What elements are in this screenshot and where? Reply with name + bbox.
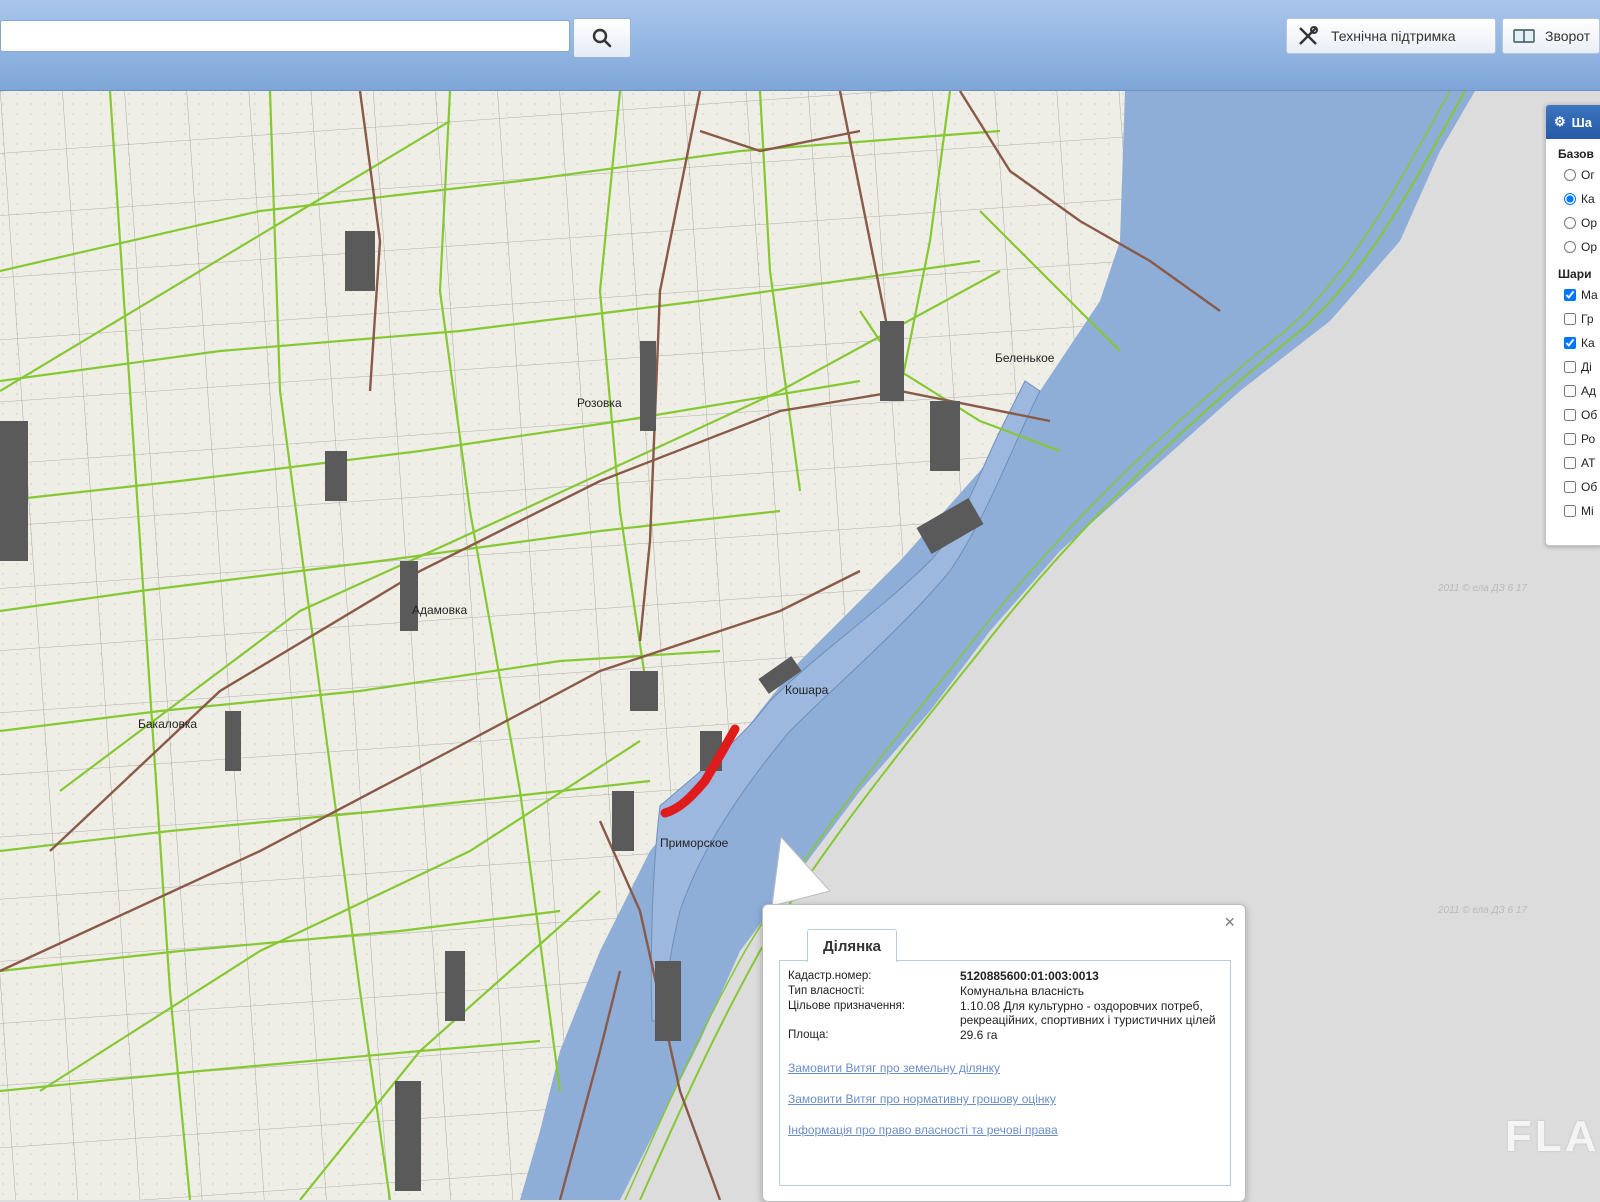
base-maps-title: Базов [1558, 147, 1594, 161]
order-valuation-extract-link[interactable]: Замовити Витяг про нормативну грошову оц… [788, 1092, 1056, 1106]
map-stamp: 2011 © ела ДЗ 6 17 [1438, 583, 1528, 594]
layer-checkbox[interactable] [1564, 505, 1576, 517]
search-input[interactable] [0, 20, 570, 52]
field-label: Цільове призначення: [788, 1000, 906, 1012]
layer-option[interactable]: Ро [1546, 427, 1600, 451]
field-area: Площа: 29.6 га [788, 1028, 1228, 1042]
layer-option[interactable]: Ді [1546, 355, 1600, 379]
base-radio[interactable] [1564, 169, 1576, 181]
search-icon [592, 28, 612, 48]
feedback-button[interactable]: Зворот [1502, 18, 1600, 54]
layers-panel-title: Ша [1571, 114, 1592, 130]
layer-checkbox[interactable] [1564, 337, 1576, 349]
field-purpose: Цільове призначення: 1.10.08 Для культур… [788, 999, 1228, 1027]
layers-panel-header[interactable]: ⚙ Ша [1546, 105, 1600, 139]
order-parcel-extract-link[interactable]: Замовити Витяг про земельну ділянку [788, 1061, 1000, 1075]
layer-checkbox[interactable] [1564, 481, 1576, 493]
layer-checkbox[interactable] [1564, 361, 1576, 373]
layer-option[interactable]: Ка [1546, 331, 1600, 355]
book-icon [1513, 29, 1535, 43]
field-ownership-type: Тип власності: Комунальна власність [788, 984, 1228, 998]
tab-parcel[interactable]: Ділянка [807, 929, 897, 962]
field-label: Тип власності: [788, 985, 865, 997]
base-option[interactable]: Ор [1546, 235, 1600, 259]
place-label: Бакаловка [138, 717, 197, 731]
feedback-label: Зворот [1545, 28, 1591, 44]
ownership-rights-info-link[interactable]: Інформація про право власності та речові… [788, 1123, 1058, 1137]
place-label: Адамовка [412, 603, 467, 617]
layers-panel: ⚙ Ша Базов Ог Ка Ор Ор Шари Ma Гр Ка Ді … [1545, 104, 1600, 546]
field-label: Площа: [788, 1029, 829, 1041]
place-label: Беленькое [995, 351, 1055, 365]
gear-icon: ⚙ [1554, 114, 1566, 129]
place-label: Розовка [577, 396, 622, 410]
base-radio[interactable] [1564, 217, 1576, 229]
base-option[interactable]: Ог [1546, 163, 1600, 187]
flash-watermark: FLA [1505, 1112, 1600, 1161]
layer-option[interactable]: Об [1546, 475, 1600, 499]
support-label: Технічна підтримка [1331, 28, 1456, 44]
layer-option[interactable]: Мі [1546, 499, 1600, 523]
cadastral-number-value: 5120885600:01:003:0013 [960, 969, 1099, 983]
layer-option[interactable]: Ma [1546, 283, 1600, 307]
layer-option[interactable]: Гр [1546, 307, 1600, 331]
layer-checkbox[interactable] [1564, 433, 1576, 445]
top-toolbar: Технічна підтримка Зворот [0, 0, 1600, 91]
tools-icon [1299, 26, 1318, 45]
base-radio[interactable] [1564, 241, 1576, 253]
area-value: 29.6 га [960, 1028, 998, 1042]
base-option[interactable]: Ка [1546, 187, 1600, 211]
ownership-type-value: Комунальна власність [960, 984, 1085, 998]
layers-title: Шари [1558, 267, 1592, 281]
layer-checkbox[interactable] [1564, 313, 1576, 325]
support-button[interactable]: Технічна підтримка [1286, 18, 1496, 54]
place-label: Кошара [785, 683, 829, 697]
layer-checkbox[interactable] [1564, 385, 1576, 397]
layer-option[interactable]: Об [1546, 403, 1600, 427]
layer-checkbox[interactable] [1564, 409, 1576, 421]
layer-option[interactable]: Ад [1546, 379, 1600, 403]
layer-option[interactable]: АТ [1546, 451, 1600, 475]
place-label: Приморское [660, 836, 729, 850]
layer-checkbox[interactable] [1564, 289, 1576, 301]
field-label: Кадастр.номер: [788, 970, 872, 982]
search-button[interactable] [573, 18, 631, 58]
parcel-info-popup: × Ділянка Кадастр.номер: 5120885600:01:0… [762, 904, 1246, 1202]
purpose-value: 1.10.08 Для культурно - оздоровчих потре… [960, 999, 1216, 1027]
parcel-info-body: Кадастр.номер: 5120885600:01:003:0013 Ти… [779, 960, 1231, 1186]
close-icon[interactable]: × [1224, 913, 1235, 931]
map-stamp: 2011 © ела ДЗ 6 17 [1438, 905, 1528, 916]
base-radio[interactable] [1564, 193, 1576, 205]
base-option[interactable]: Ор [1546, 211, 1600, 235]
layer-checkbox[interactable] [1564, 457, 1576, 469]
field-cadastral-number: Кадастр.номер: 5120885600:01:003:0013 [788, 969, 1228, 983]
